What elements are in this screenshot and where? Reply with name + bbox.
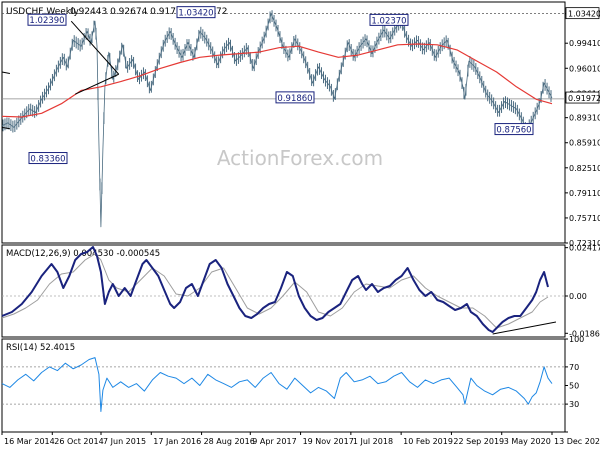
x-axis-label: 28 Aug 2016: [204, 437, 255, 446]
price-annotation-label: 0.91860: [277, 94, 312, 104]
x-axis-label: 16 Mar 2014: [4, 437, 55, 446]
usdchf-weekly-chart: ActionForex.comUSDCHF,Weekly0.92443 0.92…: [1, 1, 600, 446]
x-axis-label: 10 Feb 2019: [403, 437, 453, 446]
watermark: ActionForex.com: [217, 146, 383, 170]
price-annotation-label: 1.02370: [371, 16, 406, 26]
price-ytick-label: 0.75710: [569, 214, 600, 223]
price-ytick-label: 0.82510: [569, 164, 600, 173]
x-axis-label: 1 Jul 2018: [353, 437, 393, 446]
x-axis-label: 7 Jun 2015: [103, 437, 146, 446]
x-axis-label: 9 Apr 2017: [252, 437, 296, 446]
price-ytick-label: 0.96010: [569, 64, 600, 73]
price-annotation-label: 1.03420: [178, 9, 213, 19]
price-annotation-label: 0.83360: [30, 155, 65, 165]
x-axis-label: 26 Oct 2014: [54, 437, 103, 446]
panel-frame-rsi: [1, 338, 566, 433]
x-axis-label: 3 May 2020: [504, 437, 551, 446]
x-axis-label: 13 Dec 2020: [554, 437, 600, 446]
price-annotation-label: 0.87560: [496, 126, 531, 136]
price-ytick-label: 0.99410: [569, 39, 600, 48]
rsi-ytick-label: 30: [569, 400, 579, 409]
rsi-ytick-label: 70: [569, 363, 579, 372]
current-price-label: 0.91972: [568, 94, 600, 103]
price-ytick-label: 0.85910: [569, 139, 600, 148]
macd-ytick-label: 0.024174: [569, 244, 600, 253]
rsi-ytick-label: 50: [569, 382, 579, 391]
rsi-ytick-label: 100: [569, 335, 584, 344]
rsi-label: RSI(14) 52.4015: [6, 343, 75, 353]
macd-ytick-label: 0.00: [569, 292, 587, 301]
price-ytick-label: 0.79110: [569, 189, 600, 198]
x-axis-label: 22 Sep 2019: [453, 437, 504, 446]
price-annotation-label: 1.02390: [29, 16, 64, 26]
x-axis-label: 17 Jan 2016: [153, 437, 201, 446]
top-line-label: 1.03420: [568, 10, 600, 19]
price-ytick-label: 0.89310: [569, 114, 600, 123]
x-axis-label: 19 Nov 2017: [303, 437, 354, 446]
